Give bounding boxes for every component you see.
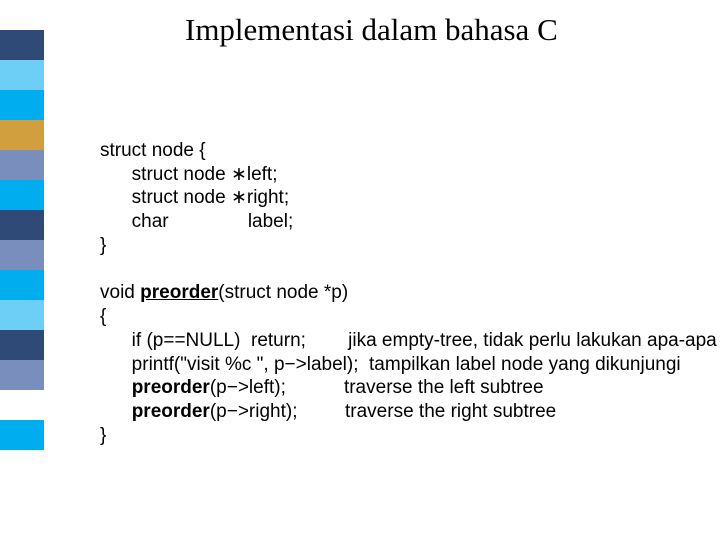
code-text: label;: [248, 211, 293, 232]
code-line: struct node ∗left;: [100, 164, 278, 185]
code-text: (p−>left);: [210, 377, 286, 398]
slide-title: Implementasi dalam bahasa C: [185, 12, 558, 48]
code-line: void: [100, 282, 140, 303]
sidebar-block: [0, 30, 44, 60]
sidebar-block: [0, 210, 44, 240]
comment: traverse the right subtree: [345, 401, 556, 422]
sidebar-block: [0, 90, 44, 120]
sidebar-block: [0, 300, 44, 330]
comment: traverse the left subtree: [344, 377, 544, 398]
sidebar-block: [0, 180, 44, 210]
function-call: preorder: [132, 401, 210, 422]
code-line: char: [100, 211, 169, 232]
code-line: }: [100, 235, 106, 256]
sidebar-block: [0, 330, 44, 360]
code-line: if (p==NULL) return; jika empty-tree, ti…: [100, 330, 717, 351]
code-text: [100, 377, 132, 398]
function-call: preorder: [132, 377, 210, 398]
sidebar-block: [0, 360, 44, 390]
sidebar-block: [0, 120, 44, 150]
code-text: (struct node *p): [218, 282, 348, 303]
code-line: }: [100, 425, 106, 446]
sidebar-block: [0, 450, 44, 480]
sidebar-block: [0, 60, 44, 90]
code-block: struct node { struct node ∗left; struct …: [100, 115, 717, 471]
sidebar-block: [0, 390, 44, 420]
sidebar-block: [0, 240, 44, 270]
sidebar-block: [0, 0, 44, 30]
sidebar-block: [0, 270, 44, 300]
code-line: struct node ∗right;: [100, 187, 289, 208]
function-name: preorder: [140, 282, 218, 303]
code-text: [100, 401, 132, 422]
slide: Implementasi dalam bahasa C struct node …: [0, 0, 720, 540]
sidebar-block: [0, 150, 44, 180]
code-line: printf("visit %c ", p−>label); tampilkan…: [100, 354, 681, 375]
sidebar-block: [0, 480, 44, 510]
code-text: (p−>right);: [210, 401, 298, 422]
sidebar-decoration: [0, 0, 42, 540]
code-line: {: [100, 306, 106, 327]
sidebar-block: [0, 420, 44, 450]
code-line: struct node {: [100, 140, 206, 161]
sidebar-block: [0, 510, 44, 540]
